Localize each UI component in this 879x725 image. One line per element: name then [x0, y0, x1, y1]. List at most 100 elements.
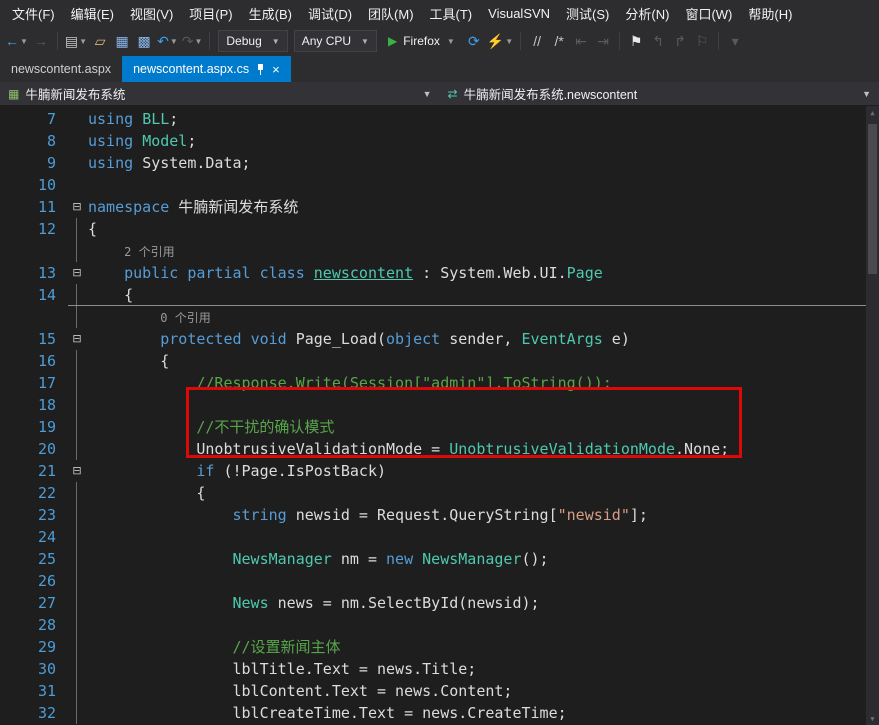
code-text[interactable]: lblContent.Text = news.Content;: [86, 680, 879, 702]
solution-configuration-select[interactable]: Debug ▼: [218, 30, 288, 52]
code-text[interactable]: protected void Page_Load(object sender, …: [86, 328, 879, 350]
menu-item-5[interactable]: 调试(D): [300, 0, 360, 27]
line-number[interactable]: 10: [0, 174, 68, 196]
menu-item-11[interactable]: 窗口(W): [677, 0, 740, 27]
code-text[interactable]: {: [86, 350, 879, 372]
line-number[interactable]: 23: [0, 504, 68, 526]
code-text[interactable]: public partial class newscontent : Syste…: [86, 262, 879, 284]
line-number[interactable]: 9: [0, 152, 68, 174]
menu-item-8[interactable]: VisualSVN: [480, 2, 558, 25]
code-text[interactable]: [86, 570, 879, 592]
save-all-button[interactable]: ▩: [134, 30, 154, 52]
redo-button[interactable]: ↷ ▼: [181, 30, 204, 52]
navigate-forward-button[interactable]: →: [31, 30, 51, 52]
pin-icon[interactable]: [256, 63, 265, 76]
previous-bookmark-button[interactable]: ↰: [648, 30, 668, 52]
fold-toggle-icon[interactable]: ⊟: [68, 460, 86, 482]
code-text[interactable]: {: [86, 482, 879, 504]
code-text[interactable]: namespace 牛腩新闻发布系统: [86, 196, 879, 218]
project-dropdown[interactable]: ▦ 牛腩新闻发布系统 ▼: [0, 82, 440, 105]
clear-bookmarks-button[interactable]: ⚐: [692, 30, 712, 52]
new-file-button[interactable]: ▤ ▼: [64, 30, 88, 52]
line-number[interactable]: 22: [0, 482, 68, 504]
line-number[interactable]: 30: [0, 658, 68, 680]
menu-item-6[interactable]: 团队(M): [360, 0, 422, 27]
line-number[interactable]: 15: [0, 328, 68, 350]
toggle-bookmark-button[interactable]: ⚑: [626, 30, 646, 52]
scrollbar-down-arrow[interactable]: ▼: [866, 712, 879, 725]
browser-link-button[interactable]: ⚡ ▼: [486, 30, 514, 52]
code-text[interactable]: using BLL;: [86, 108, 879, 130]
line-number[interactable]: 14: [0, 284, 68, 306]
start-debugging-button[interactable]: ▶ Firefox ▼: [381, 30, 462, 52]
menu-item-1[interactable]: 编辑(E): [63, 0, 122, 27]
uncomment-selection-button[interactable]: /*: [549, 30, 569, 52]
type-dropdown[interactable]: ⇄ 牛腩新闻发布系统.newscontent ▼: [440, 82, 879, 105]
code-text[interactable]: NewsManager nm = new NewsManager();: [86, 548, 879, 570]
code-text[interactable]: 2 个引用: [86, 240, 879, 262]
navigate-backward-button[interactable]: ← ▼: [4, 30, 29, 52]
fold-toggle-icon[interactable]: ⊟: [68, 196, 86, 218]
code-text[interactable]: using Model;: [86, 130, 879, 152]
line-number[interactable]: 21: [0, 460, 68, 482]
decrease-indent-button[interactable]: ⇤: [571, 30, 591, 52]
line-number[interactable]: 20: [0, 438, 68, 460]
menu-item-0[interactable]: 文件(F): [4, 0, 63, 27]
menu-item-10[interactable]: 分析(N): [617, 0, 677, 27]
code-text[interactable]: string newsid = Request.QueryString["new…: [86, 504, 879, 526]
tab-newscontent-aspx-cs[interactable]: newscontent.aspx.cs ×: [122, 56, 291, 82]
code-text[interactable]: lblCreateTime.Text = news.CreateTime;: [86, 702, 879, 724]
fold-toggle-icon[interactable]: ⊟: [68, 328, 86, 350]
line-number[interactable]: 17: [0, 372, 68, 394]
line-number[interactable]: 28: [0, 614, 68, 636]
code-text[interactable]: [86, 614, 879, 636]
tab-newscontent-aspx[interactable]: newscontent.aspx: [0, 56, 122, 82]
line-number[interactable]: 32: [0, 702, 68, 724]
line-number[interactable]: 25: [0, 548, 68, 570]
line-number[interactable]: 13: [0, 262, 68, 284]
code-text[interactable]: if (!Page.IsPostBack): [86, 460, 879, 482]
vertical-scrollbar[interactable]: ▲ ▼: [866, 106, 879, 725]
code-text[interactable]: [86, 526, 879, 548]
next-bookmark-button[interactable]: ↱: [670, 30, 690, 52]
menu-item-2[interactable]: 视图(V): [122, 0, 181, 27]
menu-item-7[interactable]: 工具(T): [422, 0, 481, 27]
line-number[interactable]: 31: [0, 680, 68, 702]
line-number[interactable]: 27: [0, 592, 68, 614]
menu-item-9[interactable]: 测试(S): [558, 0, 617, 27]
line-number[interactable]: 7: [0, 108, 68, 130]
line-number[interactable]: 26: [0, 570, 68, 592]
code-text[interactable]: {: [86, 284, 879, 306]
menu-item-4[interactable]: 生成(B): [241, 0, 300, 27]
code-text[interactable]: [86, 174, 879, 196]
line-number[interactable]: 16: [0, 350, 68, 372]
line-number[interactable]: 19: [0, 416, 68, 438]
menu-item-12[interactable]: 帮助(H): [740, 0, 800, 27]
refresh-browser-button[interactable]: ⟳: [464, 30, 484, 52]
open-file-button[interactable]: ▱: [90, 30, 110, 52]
undo-button[interactable]: ↶ ▼: [156, 30, 179, 52]
line-number[interactable]: 11: [0, 196, 68, 218]
line-number[interactable]: 18: [0, 394, 68, 416]
scrollbar-thumb[interactable]: [868, 124, 877, 274]
line-number[interactable]: 12: [0, 218, 68, 240]
line-number[interactable]: [0, 306, 68, 328]
line-number[interactable]: 8: [0, 130, 68, 152]
code-text[interactable]: using System.Data;: [86, 152, 879, 174]
save-button[interactable]: ▦: [112, 30, 132, 52]
code-text[interactable]: {: [86, 218, 879, 240]
line-number[interactable]: 29: [0, 636, 68, 658]
increase-indent-button[interactable]: ⇥: [593, 30, 613, 52]
scrollbar-up-arrow[interactable]: ▲: [866, 106, 879, 119]
code-text[interactable]: //设置新闻主体: [86, 636, 879, 658]
fold-toggle-icon[interactable]: ⊟: [68, 262, 86, 284]
menu-item-3[interactable]: 项目(P): [181, 0, 240, 27]
solution-platform-select[interactable]: Any CPU ▼: [293, 30, 377, 52]
code-text[interactable]: lblTitle.Text = news.Title;: [86, 658, 879, 680]
toolbar-options-button[interactable]: ▾: [725, 30, 745, 52]
line-number[interactable]: [0, 240, 68, 262]
code-text[interactable]: News news = nm.SelectById(newsid);: [86, 592, 879, 614]
comment-selection-button[interactable]: //: [527, 30, 547, 52]
line-number[interactable]: 24: [0, 526, 68, 548]
close-icon[interactable]: ×: [272, 63, 280, 76]
